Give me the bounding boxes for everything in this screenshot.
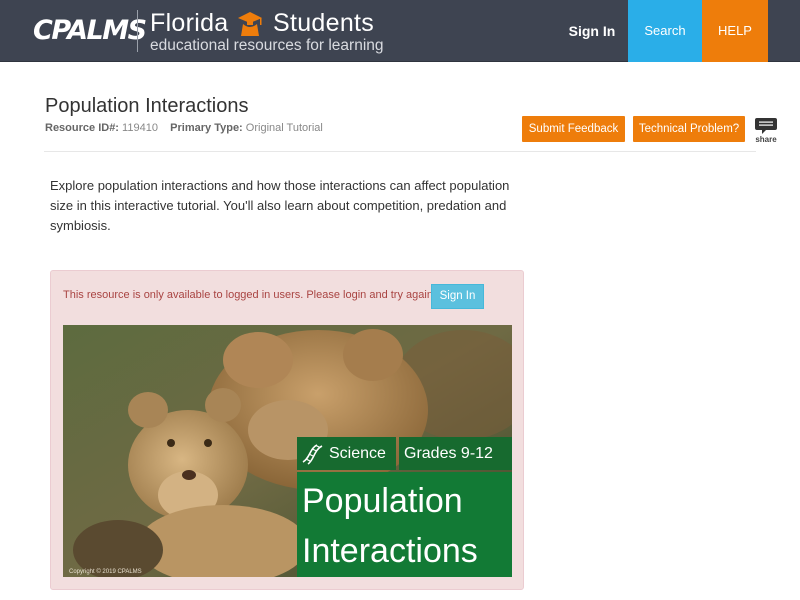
resource-meta: Resource ID#: 119410 Primary Type: Origi… — [45, 121, 323, 135]
resource-id-label: Resource ID#: — [45, 122, 119, 134]
tutorial-cover-image: Copyright © 2019 CPALMS Science Grades 9… — [63, 325, 512, 577]
primary-type-label: Primary Type: — [170, 122, 243, 134]
header-divider — [137, 10, 138, 52]
logo-text: CPALMS — [33, 15, 147, 46]
nav-help-button[interactable]: HELP — [702, 0, 768, 62]
nav-search-button[interactable]: Search — [628, 0, 702, 62]
primary-type-value: Original Tutorial — [245, 122, 323, 134]
site-header: CPALMS Florida Students educational reso… — [0, 0, 800, 62]
share-label: share — [755, 135, 777, 144]
cpalms-logo[interactable]: CPALMS — [33, 14, 147, 48]
dna-icon — [302, 444, 323, 465]
nav-signin-link[interactable]: Sign In — [556, 0, 628, 62]
page-title: Population Interactions — [45, 95, 249, 117]
student-icon — [238, 12, 262, 36]
subject-label: Science — [329, 445, 386, 462]
brand-word-florida: Florida — [150, 9, 229, 37]
alert-signin-button[interactable]: Sign In — [431, 284, 484, 309]
subject-tag: Science — [297, 437, 396, 470]
submit-feedback-button[interactable]: Submit Feedback — [522, 116, 625, 142]
technical-problem-button[interactable]: Technical Problem? — [633, 116, 745, 142]
brand-tagline: educational resources for learning — [150, 37, 384, 54]
title-divider — [44, 151, 756, 152]
image-copyright: Copyright © 2019 CPALMS — [69, 569, 142, 575]
cover-title: Population Interactions — [297, 472, 512, 577]
speech-bubble-icon — [755, 118, 777, 134]
alert-message: This resource is only available to logge… — [63, 289, 436, 301]
resource-description: Explore population interactions and how … — [50, 178, 510, 233]
resource-id-value: 119410 — [122, 122, 158, 134]
brand-word-students: Students — [273, 9, 375, 37]
cover-title-line1: Population — [302, 482, 463, 520]
share-button[interactable]: share — [754, 117, 778, 145]
cover-title-line2: Interactions — [302, 532, 478, 570]
grades-tag: Grades 9-12 — [399, 437, 512, 470]
